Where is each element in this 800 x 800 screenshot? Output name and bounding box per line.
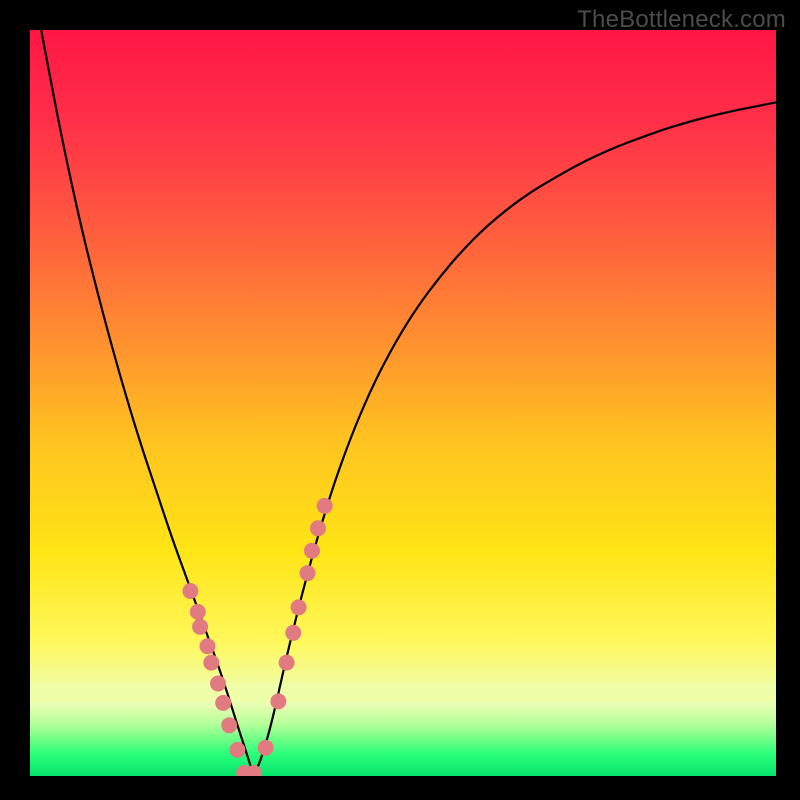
data-dot (300, 565, 316, 581)
data-dot (203, 655, 219, 671)
data-dot (192, 619, 208, 635)
data-dot (270, 693, 286, 709)
dots-group (182, 498, 332, 776)
data-dot (258, 740, 274, 756)
chart-svg (30, 30, 776, 776)
plot-area (30, 30, 776, 776)
data-dot (291, 599, 307, 615)
data-dot (190, 604, 206, 620)
data-dot (279, 655, 295, 671)
data-dot (182, 583, 198, 599)
watermark: TheBottleneck.com (577, 6, 786, 34)
data-dot (221, 717, 237, 733)
data-dot (304, 543, 320, 559)
data-dot (285, 625, 301, 641)
data-dot (317, 498, 333, 514)
data-dot (210, 676, 226, 692)
data-dot (310, 520, 326, 536)
data-dot (200, 638, 216, 654)
bottleneck-curve (41, 30, 776, 772)
chart-frame: TheBottleneck.com (0, 0, 800, 800)
data-dot (229, 742, 245, 758)
data-dot (215, 695, 231, 711)
